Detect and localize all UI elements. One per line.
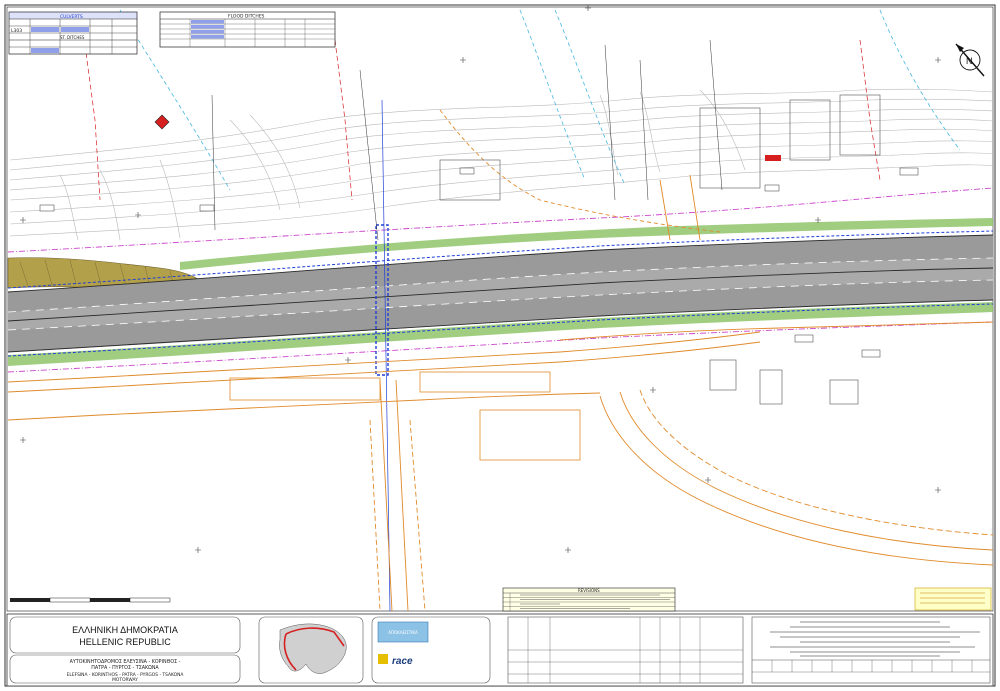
culverts-table-title: CULVERTS — [60, 14, 83, 20]
flood-ditches-title: FLOOD DITCHES — [228, 14, 265, 20]
red-label-box — [765, 155, 781, 161]
project-greek-line2: ΠΑΤΡΑ - ΠΥΡΓΟΣ - ΤΣΑΚΩΝΑ — [91, 665, 159, 671]
scale-bar — [10, 597, 171, 603]
revisions-title: REVISIONS — [578, 588, 600, 593]
project-english-line2: MOTORWAY — [112, 677, 138, 683]
peloponnese-map — [279, 623, 347, 674]
drawing-sheet: N CULVERTS L303 ST. DITCHES FLOOD DITCHE… — [4, 4, 996, 687]
designer-logo-text: race — [392, 656, 413, 667]
north-arrow-letter: N — [966, 56, 973, 66]
contractor-logo-text: ΑΠΟΚΛΕΙΣΤΙΚΑ — [388, 630, 418, 635]
culverts-table-row-label: L303 — [11, 28, 22, 34]
country-greek: ΕΛΛΗΝΙΚΗ ΔΗΜΟΚΡΑΤΙΑ — [72, 625, 178, 635]
note-box-yellow — [914, 587, 992, 611]
st-ditches-subtitle: ST. DITCHES — [60, 35, 85, 40]
country-english: HELLENIC REPUBLIC — [79, 637, 171, 647]
project-greek-line1: ΑΥΤΟΚΙΝΗΤΟΔΡΟΜΟΣ ΕΛΕΥΣΙΝΑ - ΚΟΡΙΝΘΟΣ - — [70, 659, 181, 665]
